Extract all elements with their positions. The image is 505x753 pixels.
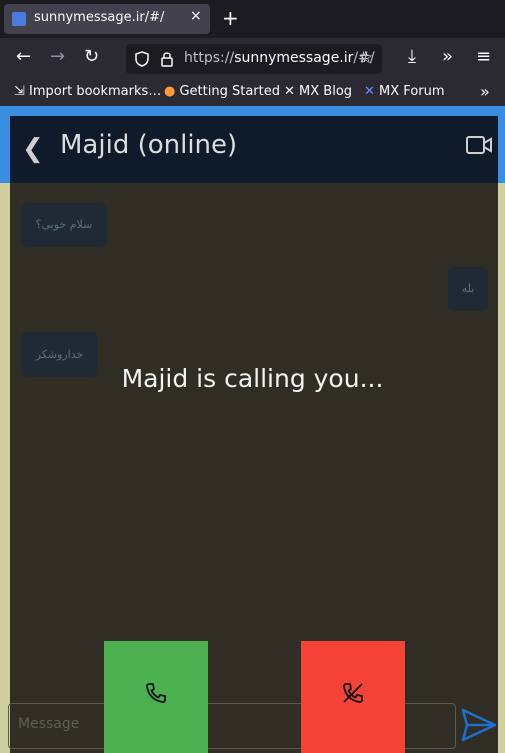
message-bubble: سلام خوبی؟: [21, 203, 107, 247]
menu-icon[interactable]: ≡: [476, 46, 491, 67]
mx-logo-icon: ✕: [284, 84, 295, 99]
accept-call-button[interactable]: [104, 641, 208, 753]
back-arrow-icon[interactable]: ←: [16, 46, 31, 67]
shield-icon: [135, 51, 149, 67]
back-chevron-icon[interactable]: ❮: [22, 134, 44, 164]
phone-icon: [146, 683, 166, 703]
reload-icon[interactable]: ↻: [84, 46, 99, 67]
bookmarks-overflow-icon[interactable]: »: [480, 82, 490, 101]
forward-arrow-icon[interactable]: →: [50, 46, 65, 67]
bookmark-mx-forum[interactable]: ✕ MX Forum: [364, 84, 445, 99]
incoming-call-text: Majid is calling you...: [121, 364, 384, 393]
site-favicon-icon: [12, 12, 26, 26]
bookmark-getting-started[interactable]: ● Getting Started: [164, 84, 280, 99]
tab-title: sunnymessage.ir/#/: [34, 10, 165, 25]
browser-tab[interactable]: sunnymessage.ir/#/ ×: [4, 4, 210, 34]
firefox-icon: ●: [164, 84, 176, 99]
tab-close-icon[interactable]: ×: [190, 8, 202, 24]
url-text: https://sunnymessage.ir/#/: [184, 50, 375, 66]
url-bar[interactable]: https://sunnymessage.ir/#/ ☆: [126, 44, 382, 74]
mx-logo-icon: ✕: [364, 84, 375, 99]
video-call-icon[interactable]: [466, 134, 492, 156]
new-tab-button[interactable]: +: [222, 6, 239, 30]
lock-icon: [161, 52, 173, 67]
message-placeholder: Message: [18, 716, 80, 732]
message-bubble: بله: [448, 267, 488, 311]
download-icon[interactable]: ⤓: [408, 46, 416, 67]
overflow-chevron-icon[interactable]: »: [442, 46, 453, 67]
chat-title: Majid (online): [60, 130, 238, 160]
import-icon: ⇲: [14, 84, 25, 99]
bookmark-import[interactable]: ⇲ Import bookmarks…: [14, 84, 161, 99]
send-icon[interactable]: [461, 708, 497, 742]
bookmark-mx-blog[interactable]: ✕ MX Blog: [284, 84, 352, 99]
bookmark-star-icon[interactable]: ☆: [358, 48, 373, 68]
decline-call-button[interactable]: [301, 641, 405, 753]
chat-area: [10, 183, 498, 753]
phone-off-icon: [343, 683, 363, 703]
